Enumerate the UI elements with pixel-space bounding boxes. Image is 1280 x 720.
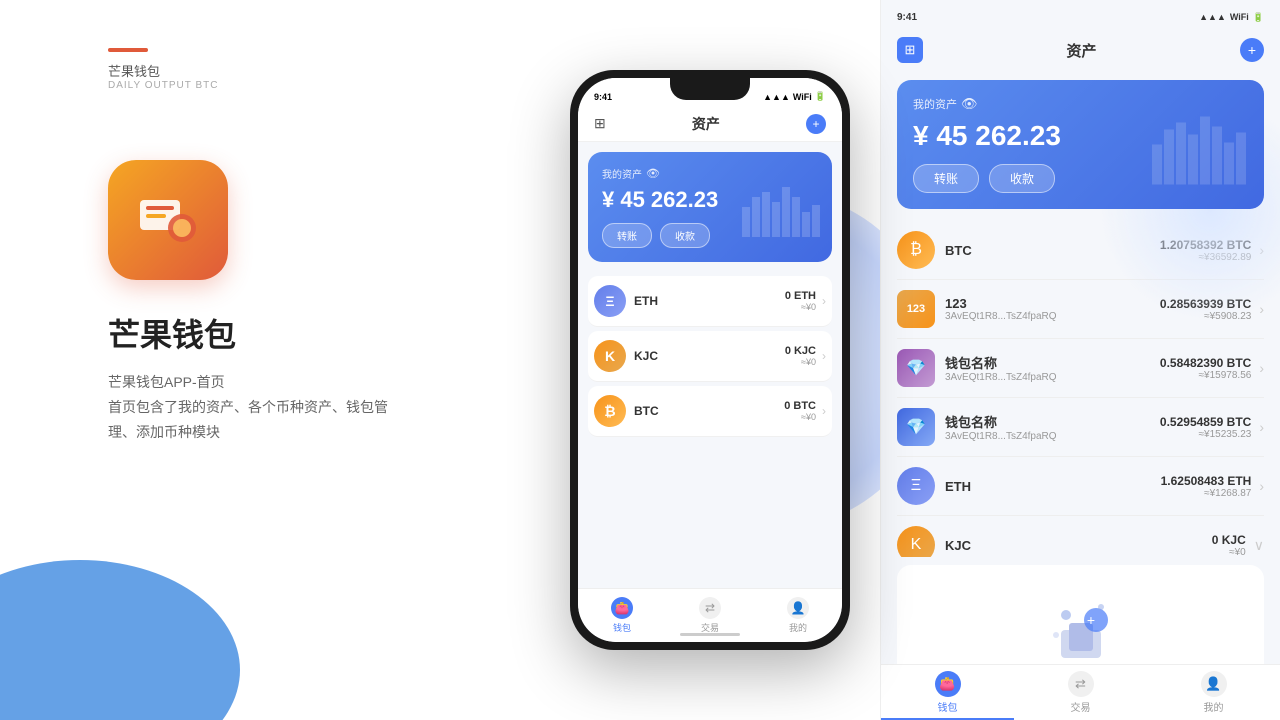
brand-subtitle: 芒果钱包 DAILY OUTPUT BTC (108, 55, 218, 91)
phone-coin-btc[interactable]: ₿ BTC 0 BTC ≈¥0 › (588, 386, 832, 437)
phone-nav-mine[interactable]: 👤 我的 (754, 597, 842, 634)
rp-receive-btn[interactable]: 收款 (989, 164, 1055, 193)
rp-wallet1-info: 钱包名称 3AvEQt1R8...TsZ4fpaRQ (945, 353, 1160, 383)
phone-coin-kjc[interactable]: K KJC 0 KJC ≈¥0 › (588, 331, 832, 382)
rp-transfer-btn[interactable]: 转账 (913, 164, 979, 193)
app-icon-svg (132, 184, 204, 256)
btc-icon: ₿ (594, 395, 626, 427)
rp-wallet2-balance: 0.52954859 BTC ≈¥15235.23 (1160, 415, 1251, 440)
rp-status-icons: ▲▲▲ WiFi 🔋 (1199, 12, 1264, 23)
phone-nav-trade[interactable]: ⇄ 交易 (666, 597, 754, 634)
app-icon-container (108, 160, 228, 280)
rp-eth-box-illustration: + (1041, 585, 1121, 665)
left-panel: 芒果钱包 DAILY OUTPUT BTC 芒果钱包 芒果钱包APP-首页 首页… (0, 0, 540, 720)
eth-balance: 0 ETH ≈¥0 (785, 290, 816, 312)
phone-grid-icon[interactable]: ⊞ (594, 115, 606, 132)
phone-asset-card: 我的资产 👁 ¥ 45 262.23 转账 收款 (588, 152, 832, 262)
kjc-balance: 0 KJC ≈¥0 (785, 345, 816, 367)
mine-nav-icon: 👤 (787, 597, 809, 619)
accent-line (108, 48, 148, 52)
phone-asset-bg (742, 152, 822, 262)
phone-transfer-btn[interactable]: 转账 (602, 223, 652, 248)
rp-nav-mine[interactable]: 👤 我的 (1147, 671, 1280, 714)
decorative-blob (0, 560, 240, 720)
trade-nav-icon: ⇄ (699, 597, 721, 619)
phone-notch (670, 78, 750, 100)
phone-time: 9:41 (594, 92, 612, 102)
rp-kjc-info: KJC (945, 538, 1212, 553)
rp-asset-bg (1152, 80, 1252, 209)
rp-wallet1-arrow: › (1259, 360, 1264, 376)
rp-grid-icon[interactable]: ⊞ (897, 37, 923, 63)
rp-123-icon: 123 (897, 290, 935, 328)
phone-header: ⊞ 资产 + (578, 106, 842, 142)
rp-coin-eth[interactable]: Ξ ETH 1.62508483 ETH ≈¥1268.87 › (897, 457, 1264, 516)
btc-balance: 0 BTC ≈¥0 (784, 400, 816, 422)
eth-icon: Ξ (594, 285, 626, 317)
app-icon (108, 160, 228, 280)
app-desc-line2: 首页包含了我的资产、各个币种资产、钱包管理、添加币种模块 (108, 395, 428, 445)
rp-wallet2-info: 钱包名称 3AvEQt1R8...TsZ4fpaRQ (945, 412, 1160, 442)
svg-text:+: + (1086, 612, 1094, 628)
app-desc-line1: 芒果钱包APP-首页 (108, 370, 428, 395)
rp-coin-kjc[interactable]: K KJC 0 KJC ≈¥0 ∨ (897, 516, 1264, 557)
rp-wallet2-arrow: › (1259, 419, 1264, 435)
wallet-nav-icon: 👛 (611, 597, 633, 619)
rp-wallet1-icon: 💎 (897, 349, 935, 387)
rp-trade-nav-icon: ⇄ (1068, 671, 1094, 697)
home-indicator (680, 633, 740, 636)
phone-receive-btn[interactable]: 收款 (660, 223, 710, 248)
rp-coin-wallet1[interactable]: 💎 钱包名称 3AvEQt1R8...TsZ4fpaRQ 0.58482390 … (897, 339, 1264, 398)
rp-btc-icon: ₿ (897, 231, 935, 269)
eth-arrow: › (822, 294, 826, 308)
btc-name: BTC (634, 404, 784, 418)
phone-mockup: 9:41 ▲▲▲ WiFi 🔋 ⊞ 资产 + 我的资产 👁 ¥ 45 262 (570, 70, 850, 650)
app-tagline: DAILY OUTPUT BTC (108, 80, 218, 91)
rp-header-title: 资产 (1066, 40, 1096, 61)
rp-123-info: 123 3AvEQt1R8...TsZ4fpaRQ (945, 296, 1160, 322)
kjc-name: KJC (634, 349, 785, 363)
rp-asset-card: 我的资产 👁 ¥ 45 262.23 转账 收款 (897, 80, 1264, 209)
phone-coin-eth[interactable]: Ξ ETH 0 ETH ≈¥0 › (588, 276, 832, 327)
rp-add-button[interactable]: + (1240, 38, 1264, 62)
kjc-arrow: › (822, 349, 826, 363)
rp-bottom-nav: 👛 钱包 ⇄ 交易 👤 我的 (881, 664, 1280, 720)
rp-eth-balance: 1.62508483 ETH ≈¥1268.87 (1161, 474, 1252, 499)
phone-header-title: 资产 (692, 114, 720, 134)
rp-nav-wallet[interactable]: 👛 钱包 (881, 671, 1014, 714)
phone-status-icons: ▲▲▲ WiFi 🔋 (763, 91, 826, 102)
phone-add-button[interactable]: + (806, 114, 826, 134)
rp-eth-arrow: › (1259, 478, 1264, 494)
right-panel: 9:41 ▲▲▲ WiFi 🔋 ⊞ 资产 + 我的资产 👁 ¥ 45 262.2… (880, 0, 1280, 720)
rp-mine-nav-icon: 👤 (1201, 671, 1227, 697)
rp-wallet2-icon: 💎 (897, 408, 935, 446)
btc-arrow: › (822, 404, 826, 418)
rp-header: ⊞ 资产 + (881, 28, 1280, 72)
rp-eth-info: ETH (945, 479, 1161, 494)
rp-kjc-balance: 0 KJC ≈¥0 (1212, 533, 1246, 558)
rp-wallet-nav-icon: 👛 (935, 671, 961, 697)
rp-wallet1-balance: 0.58482390 BTC ≈¥15978.56 (1160, 356, 1251, 381)
kjc-icon: K (594, 340, 626, 372)
phone-coin-list: Ξ ETH 0 ETH ≈¥0 › K KJC 0 KJC ≈¥0 › (578, 272, 842, 445)
app-desc: 芒果钱包APP-首页 首页包含了我的资产、各个币种资产、钱包管理、添加币种模块 (108, 370, 428, 446)
rp-nav-trade[interactable]: ⇄ 交易 (1014, 671, 1147, 714)
phone-screen: 9:41 ▲▲▲ WiFi 🔋 ⊞ 资产 + 我的资产 👁 ¥ 45 262 (578, 78, 842, 642)
rp-kjc-icon: K (897, 526, 935, 557)
phone-nav-wallet[interactable]: 👛 钱包 (578, 597, 666, 634)
middle-panel: 9:41 ▲▲▲ WiFi 🔋 ⊞ 资产 + 我的资产 👁 ¥ 45 262 (540, 0, 880, 720)
rp-coin-wallet2[interactable]: 💎 钱包名称 3AvEQt1R8...TsZ4fpaRQ 0.52954859 … (897, 398, 1264, 457)
rp-status-bar: 9:41 ▲▲▲ WiFi 🔋 (881, 0, 1280, 28)
eth-name: ETH (634, 294, 785, 308)
app-name-small: 芒果钱包 (108, 61, 218, 80)
app-title: 芒果钱包 (108, 310, 236, 356)
rp-time: 9:41 (897, 12, 917, 23)
rp-eth-icon: Ξ (897, 467, 935, 505)
rp-kjc-arrow: ∨ (1254, 537, 1264, 554)
